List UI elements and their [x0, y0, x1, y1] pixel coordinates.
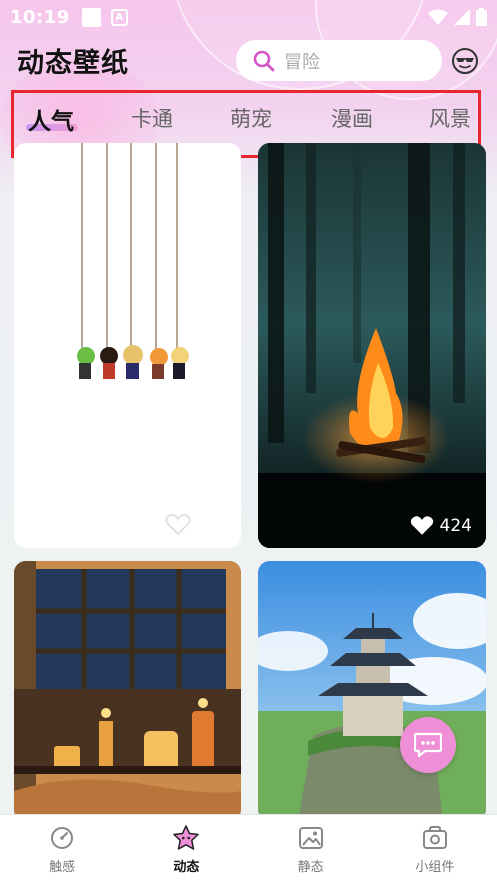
- tab-cartoon[interactable]: 卡通: [131, 103, 173, 133]
- like-count[interactable]: 424: [410, 515, 472, 536]
- tab-comics[interactable]: 漫画: [331, 103, 373, 133]
- star-face-icon: [173, 825, 200, 850]
- wallpaper-card[interactable]: [14, 561, 241, 821]
- wallpaper-card[interactable]: [14, 143, 241, 548]
- sunglasses-face-icon[interactable]: [451, 47, 479, 75]
- wallpaper-card[interactable]: 424: [258, 143, 486, 548]
- nav-label: 触感: [49, 860, 76, 875]
- tab-popular[interactable]: 人气: [28, 102, 74, 136]
- nav-item-static[interactable]: 静态: [249, 815, 373, 883]
- app-badge-icon: A: [110, 8, 128, 26]
- page-title: 动态壁纸: [17, 48, 129, 79]
- hanging-characters-image: [77, 143, 189, 379]
- tab-pets[interactable]: 萌宠: [230, 103, 272, 133]
- pagoda-cliff-image: [258, 561, 486, 821]
- nav-item-dynamic[interactable]: 动态: [124, 815, 248, 883]
- battery-icon: [476, 8, 487, 26]
- heart-filled-icon: [410, 516, 433, 535]
- chat-button[interactable]: [400, 717, 456, 773]
- like-count-value: 424: [439, 515, 472, 536]
- nav-label: 小组件: [415, 860, 455, 875]
- search-icon: [253, 50, 275, 71]
- heart-outline-icon[interactable]: [165, 514, 191, 536]
- status-time: 10:19: [10, 6, 70, 28]
- candles-window-image: [14, 561, 241, 821]
- notification-icon: [81, 7, 101, 27]
- bottom-nav: 触感 动态 静态 小组件: [0, 814, 497, 883]
- gauge-icon: [51, 827, 74, 849]
- widget-icon: [422, 826, 447, 849]
- wifi-icon: [428, 9, 448, 25]
- nav-label: 静态: [297, 860, 324, 875]
- image-icon: [298, 827, 323, 849]
- forest-campfire-image: [258, 143, 486, 548]
- signal-icon: [454, 9, 470, 25]
- search-placeholder: 冒险: [284, 51, 320, 73]
- nav-item-touch[interactable]: 触感: [0, 815, 124, 883]
- nav-label: 动态: [173, 860, 200, 875]
- search-input[interactable]: 冒险: [236, 40, 442, 81]
- status-bar: 10:19 A: [0, 0, 497, 34]
- nav-item-widgets[interactable]: 小组件: [373, 815, 497, 883]
- tab-scenery[interactable]: 风景: [429, 103, 471, 133]
- wallpaper-card[interactable]: [258, 561, 486, 821]
- chat-icon: [414, 732, 442, 758]
